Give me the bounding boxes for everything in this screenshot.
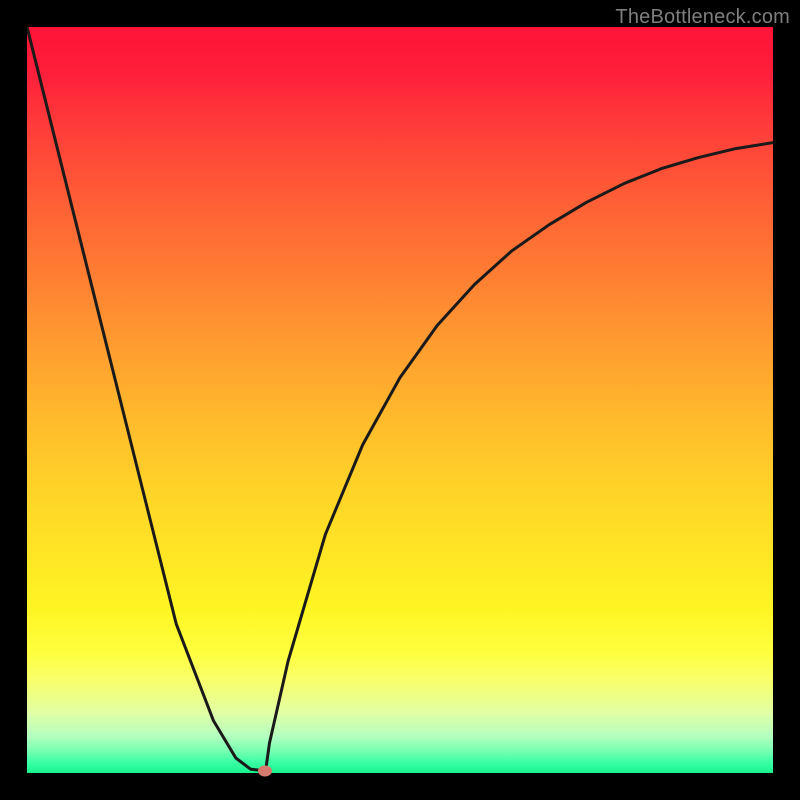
bottleneck-curve (27, 27, 773, 770)
chart-stage: TheBottleneck.com (0, 0, 800, 800)
plot-area (27, 27, 773, 773)
bottleneck-curve-layer (27, 27, 773, 773)
watermark-text: TheBottleneck.com (615, 6, 790, 29)
optimum-marker (258, 765, 272, 776)
